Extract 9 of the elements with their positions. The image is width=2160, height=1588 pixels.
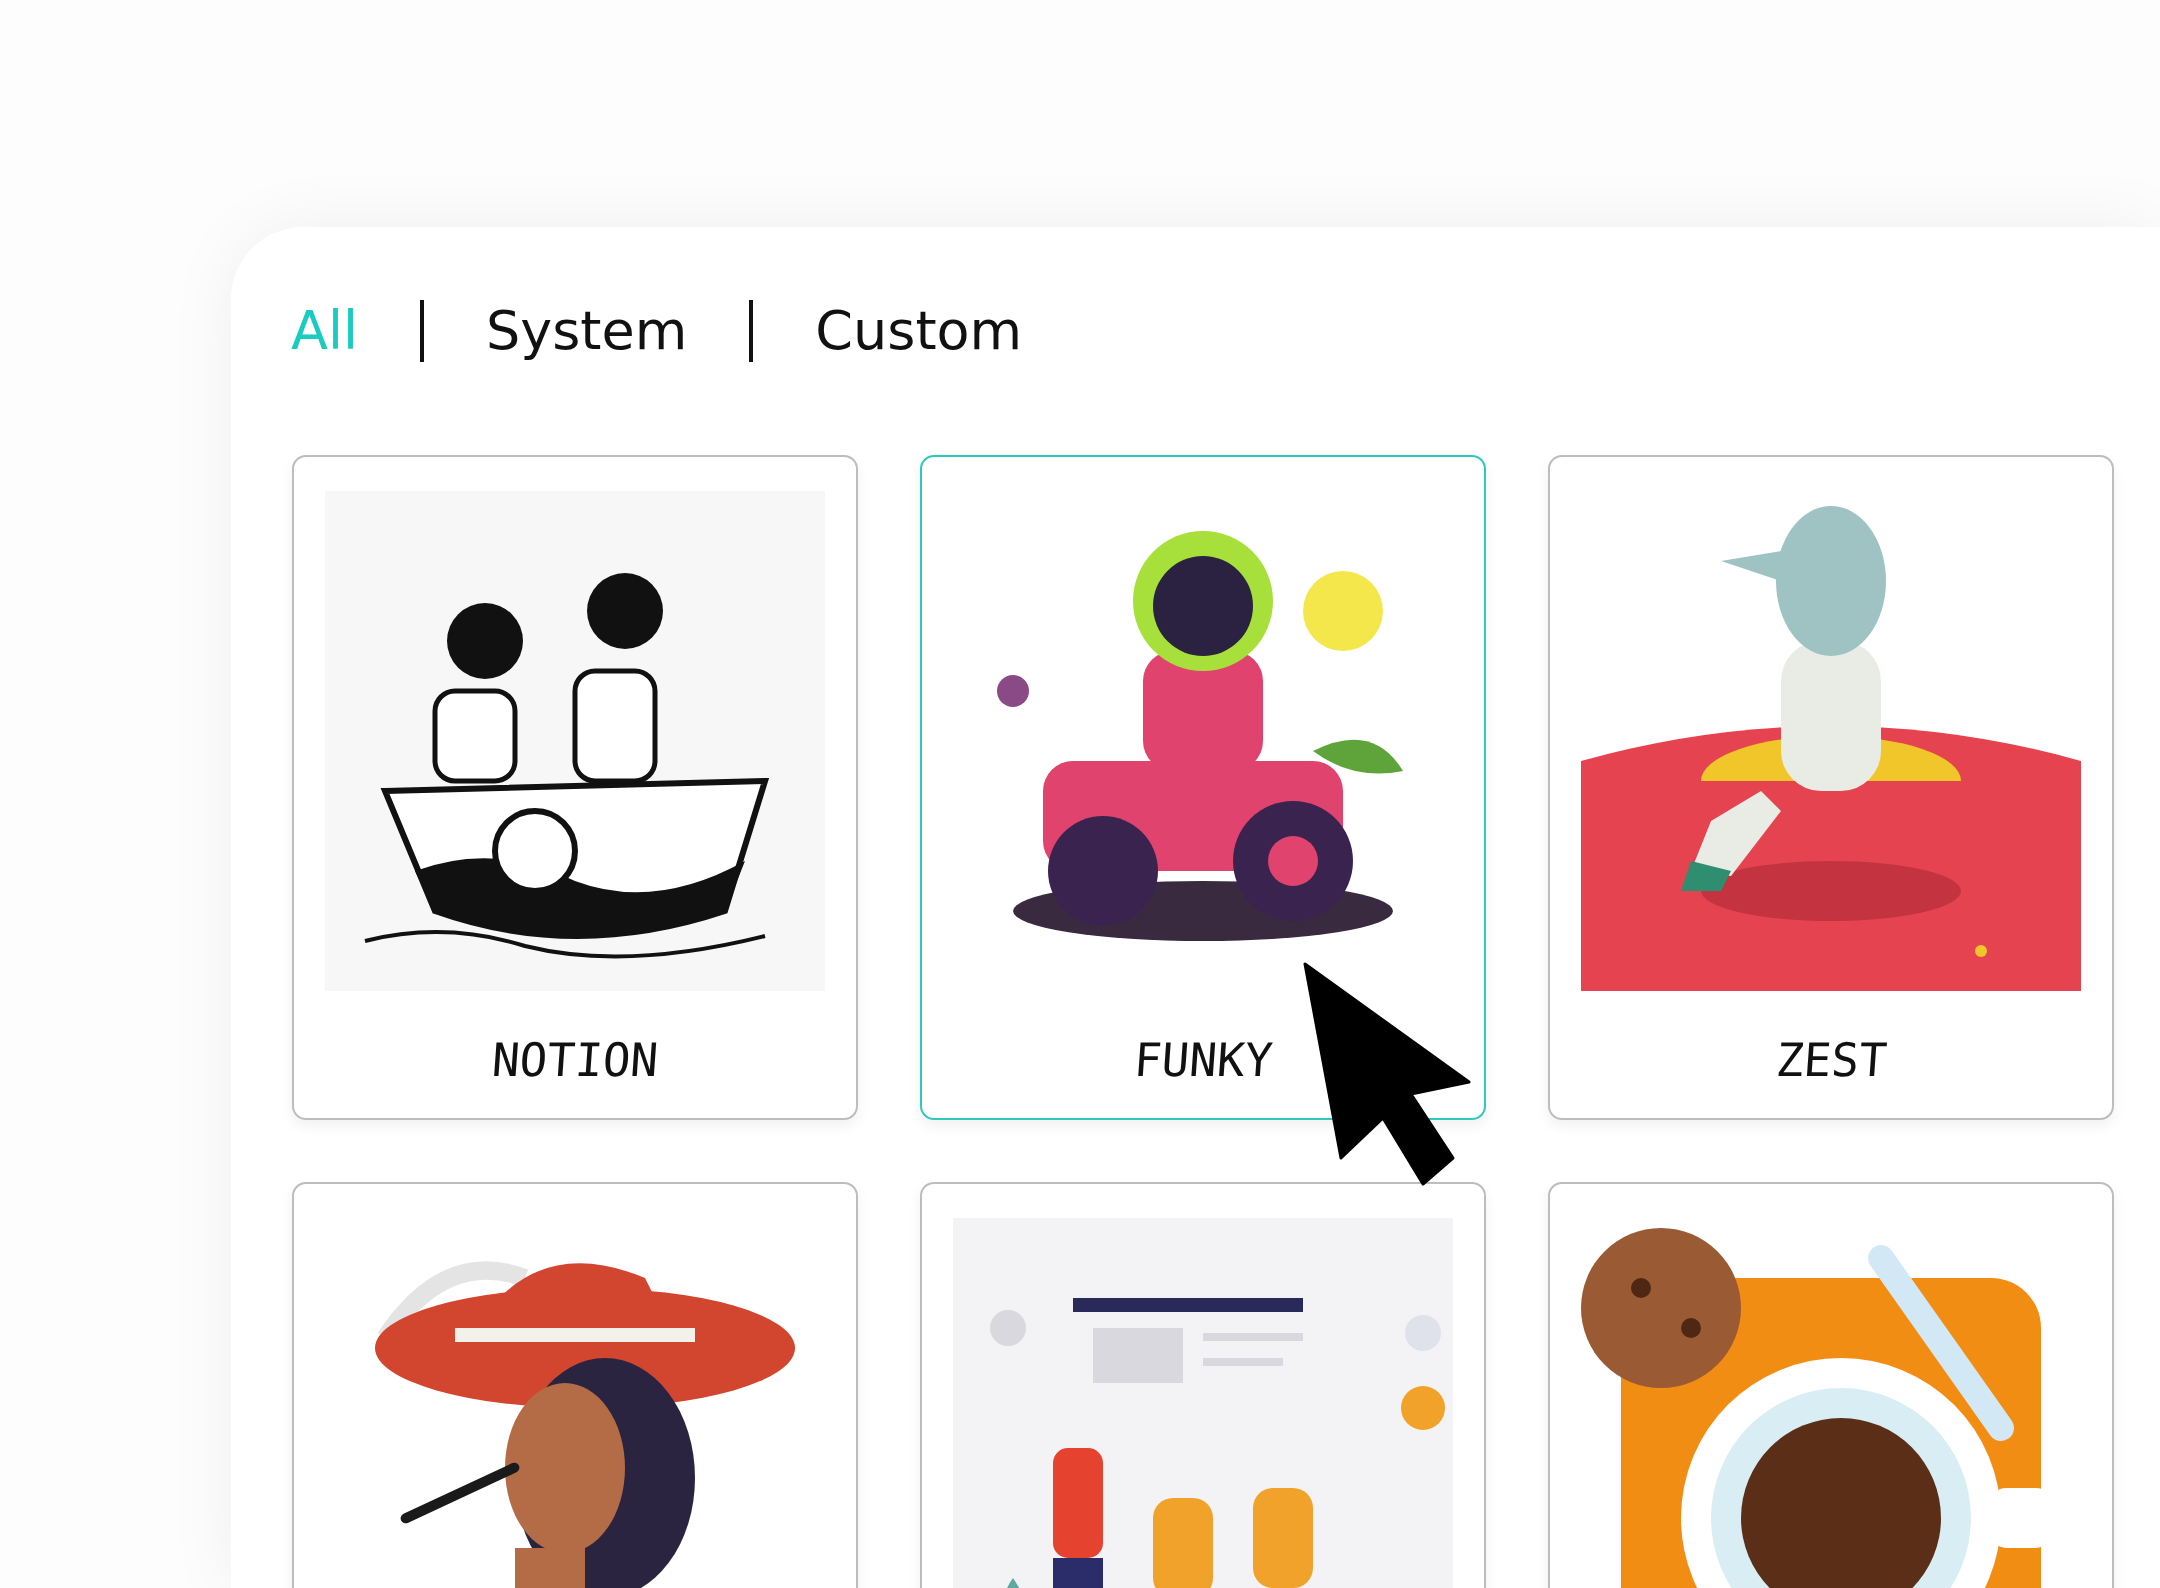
cursor-icon — [1303, 962, 1471, 1186]
filter-tab[interactable]: System — [485, 298, 688, 364]
card-label: FUNKY — [1131, 1033, 1275, 1087]
style-card[interactable]: NOTION — [292, 455, 858, 1120]
filter-tab[interactable]: Custom — [815, 298, 1023, 364]
card-label: ZEST — [1773, 1033, 1889, 1087]
style-card[interactable]: ZEST — [1548, 455, 2114, 1120]
card-label: NOTION — [490, 1033, 660, 1087]
style-card[interactable]: FUNKY — [920, 455, 1486, 1120]
